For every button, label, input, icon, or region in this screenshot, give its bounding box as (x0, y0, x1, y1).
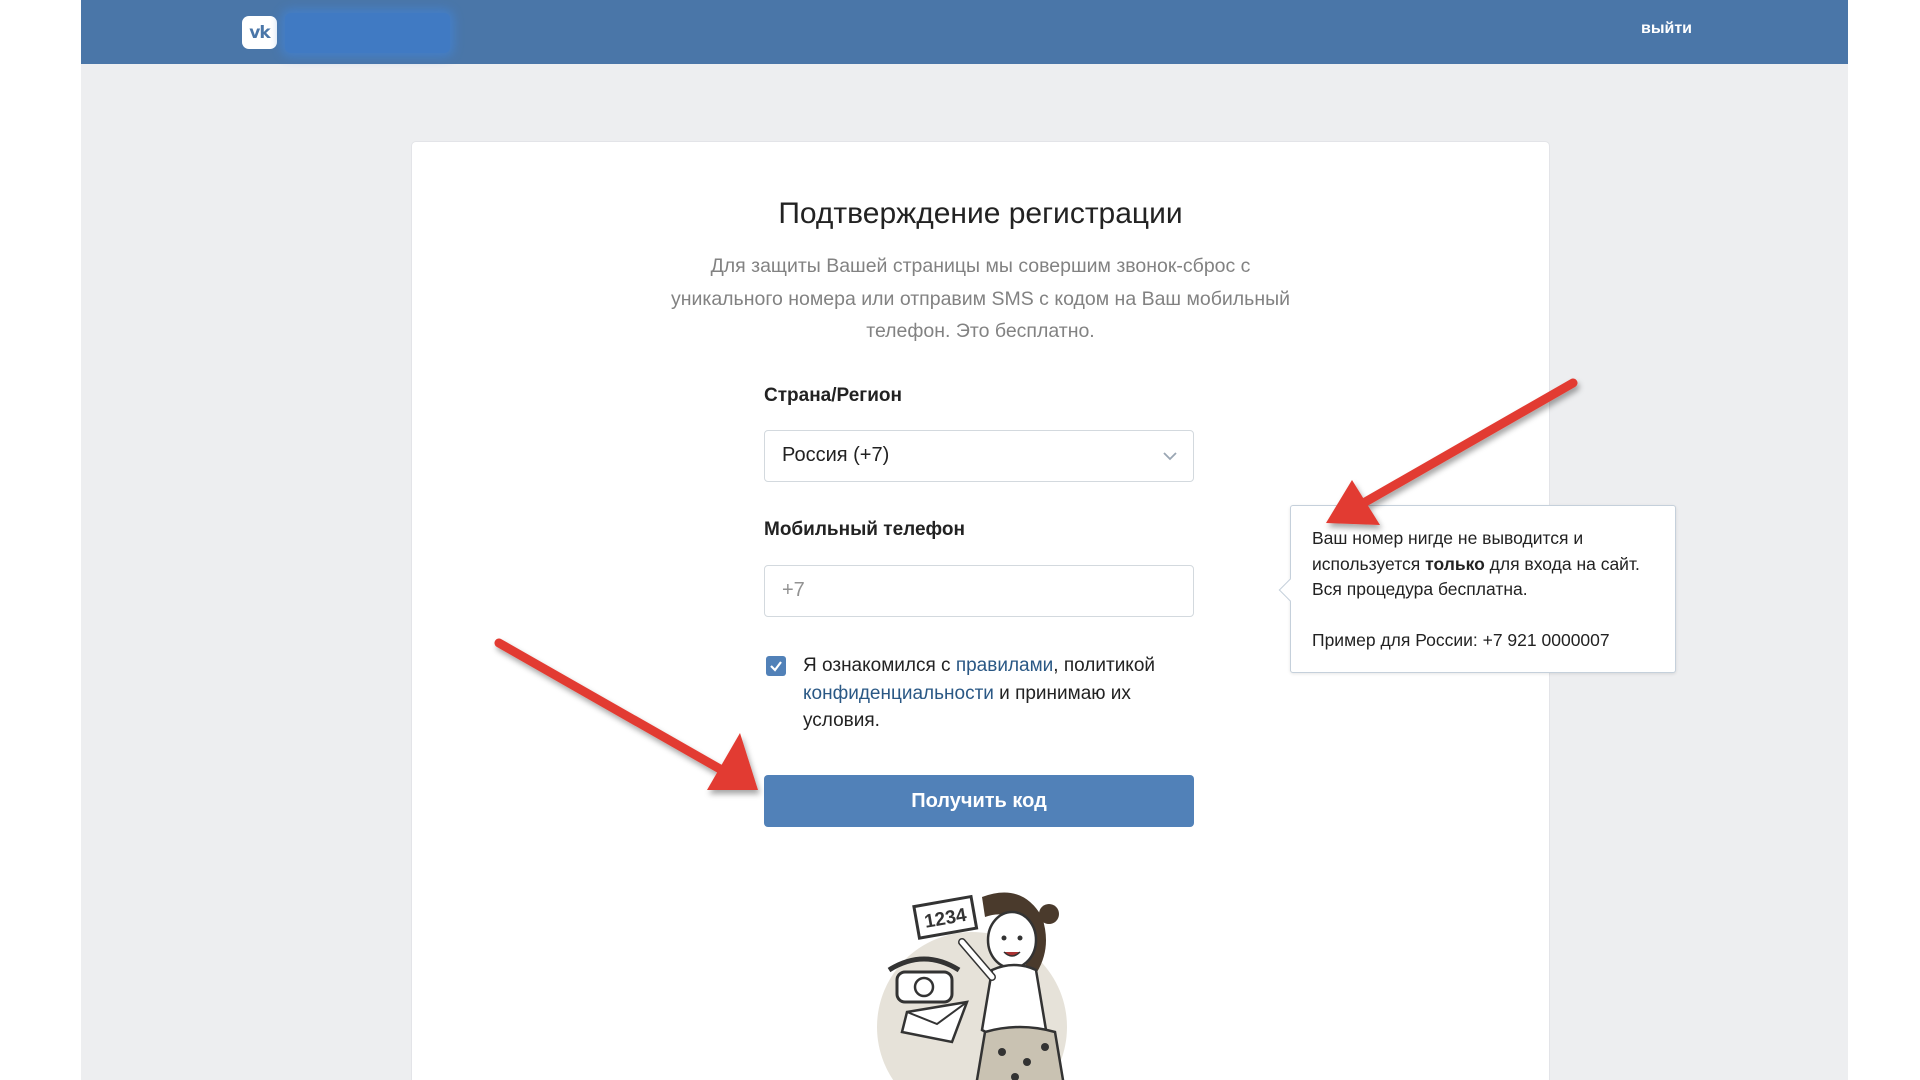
vk-logo-icon[interactable]: vk (242, 16, 277, 49)
tooltip-example: Пример для России: +7 921 0000007 (1312, 629, 1610, 650)
privacy-link[interactable]: конфиденциальности (803, 683, 994, 704)
phone-input[interactable]: +7 (764, 565, 1194, 617)
get-code-button[interactable]: Получить код (764, 775, 1194, 827)
agree-text-part1: Я ознакомился с (803, 655, 956, 676)
country-select-value: Россия (+7) (782, 444, 890, 466)
phone-call-illustration: 1234 (877, 892, 1067, 1080)
top-header: vk выйти (81, 0, 1848, 64)
page-viewport: vk выйти Подтверждение регистрации Для з… (81, 0, 1848, 1080)
chevron-down-icon (1163, 452, 1177, 461)
tooltip-text-bold: только (1425, 553, 1485, 574)
logout-link[interactable]: выйти (1641, 20, 1692, 44)
country-select[interactable]: Россия (+7) (764, 430, 1194, 482)
blurred-site-name (285, 13, 450, 53)
phone-hint-tooltip: Ваш номер нигде не выводится и используе… (1278, 505, 1676, 673)
country-label: Страна/Регион (764, 385, 902, 406)
rules-link[interactable]: правилами (956, 655, 1053, 676)
phone-prefix: +7 (782, 579, 805, 601)
agree-text: Я ознакомился с правилами, политикой кон… (803, 652, 1203, 735)
agree-text-part2: , политикой (1053, 655, 1156, 676)
phone-label: Мобильный телефон (764, 519, 965, 540)
tooltip-text: Ваш номер нигде не выводится и используе… (1312, 526, 1655, 603)
page-description: Для защиты Вашей страницы мы совершим зв… (670, 255, 1291, 342)
agree-checkbox[interactable] (766, 656, 786, 676)
checkmark-icon (770, 661, 782, 672)
page-title: Подтверждение регистрации (778, 197, 1183, 230)
